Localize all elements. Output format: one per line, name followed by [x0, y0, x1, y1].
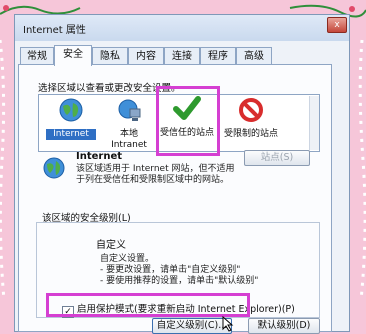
- globe-icon: [59, 98, 83, 122]
- tab-general[interactable]: 常规: [20, 47, 54, 65]
- tab-content[interactable]: 内容: [128, 47, 164, 65]
- red-prohibited-icon: [239, 98, 263, 122]
- zone-info-description: 该区域适用于 Internet 网站，但不适用于列在受信任和受限制区域中的网站。: [76, 164, 235, 185]
- security-level-title: 自定义: [96, 240, 126, 251]
- zone-info-title: Internet: [76, 151, 123, 162]
- level-description-line: - 要使用推荐的设置，请单击"默认级别": [100, 276, 259, 286]
- zone-label: 受限制的站点: [223, 129, 278, 139]
- zone-internet[interactable]: Internet: [46, 97, 96, 140]
- tab-connections[interactable]: 连接: [164, 47, 200, 65]
- zone-label: 本地 Intranet: [111, 129, 147, 150]
- local-intranet-icon: [118, 99, 141, 121]
- window-title: Internet 属性: [23, 25, 86, 36]
- close-button[interactable]: x: [327, 17, 347, 33]
- tab-privacy[interactable]: 隐私: [92, 47, 128, 65]
- tab-security[interactable]: 安全: [54, 45, 92, 66]
- zone-restricted-sites[interactable]: 受限制的站点: [222, 97, 280, 140]
- globe-icon: [43, 157, 65, 179]
- tab-advanced[interactable]: 高级: [236, 47, 272, 65]
- title-bar: Internet 属性 x: [15, 15, 349, 41]
- protected-mode-highlight: [46, 293, 250, 317]
- mouse-cursor-icon: [222, 316, 234, 332]
- sites-button[interactable]: 站点(S): [244, 150, 310, 166]
- tab-programs[interactable]: 程序: [200, 47, 236, 65]
- zone-label: Internet: [46, 129, 96, 140]
- zone-scrollbar[interactable]: [309, 96, 319, 150]
- zone-local-intranet[interactable]: 本地 Intranet: [106, 97, 152, 151]
- trusted-sites-highlight: [156, 86, 220, 156]
